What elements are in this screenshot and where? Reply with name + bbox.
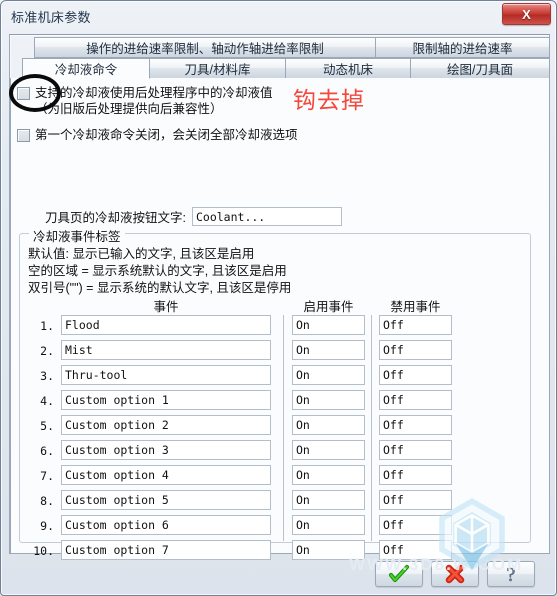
window-title: 标准机床参数 (11, 10, 91, 25)
row-number: 7. (40, 469, 54, 483)
checkbox-label: 第一个冷却液命令关闭，会关闭全部冷却液选项 (35, 128, 298, 142)
dialog-button-bar: ? (1, 553, 556, 595)
checkbox-label: 支持的冷却液使用后处理程序中的冷却液值 （为旧版后处理提供向后兼容性） (35, 86, 273, 116)
disable-event-input[interactable] (379, 365, 452, 385)
checkbox-first-coolant-off[interactable] (17, 129, 30, 142)
table-row: 7. (28, 465, 522, 487)
coolant-button-text-input[interactable] (191, 207, 342, 226)
column-header-enable: 启用事件 (303, 300, 354, 314)
disable-event-input[interactable] (379, 465, 452, 485)
event-name-input[interactable] (61, 390, 271, 410)
table-row: 8. (28, 490, 522, 512)
enable-event-input[interactable] (292, 340, 365, 360)
enable-event-input[interactable] (292, 415, 365, 435)
svg-text:?: ? (507, 564, 516, 586)
event-name-input[interactable] (61, 465, 271, 485)
coolant-event-labels-group: 冷却液事件标签 默认值: 显示已输入的文字, 且该区是启用 空的区域 = 显示系… (19, 226, 531, 560)
row-number: 6. (40, 444, 54, 458)
close-button[interactable]: X (502, 3, 551, 25)
tab-label: 刀具/材料库 (184, 63, 251, 77)
table-row: 4. (28, 390, 522, 412)
checkbox-legacy-coolant-values[interactable] (17, 87, 30, 100)
tab-strip-row-1: 操作的进给速率限制、轴动作轴进给率限制 限制轴的进给速率 (34, 37, 550, 58)
group-legend-text: 默认值: 显示已输入的文字, 且该区是启用 空的区域 = 显示系统默认的文字, … (28, 247, 292, 295)
table-row: 3. (28, 365, 522, 387)
column-header-event: 事件 (153, 300, 179, 314)
help-question-icon: ? (506, 564, 516, 586)
group-title: 冷却液事件标签 (29, 226, 125, 245)
row-number: 3. (40, 369, 54, 383)
tab-label: 限制轴的进给速率 (412, 42, 513, 56)
row-number: 1. (40, 319, 54, 333)
column-header-disable: 禁用事件 (390, 300, 441, 314)
disable-event-input[interactable] (379, 490, 452, 510)
event-name-input[interactable] (61, 490, 271, 510)
title-bar: 标准机床参数 X (1, 1, 556, 31)
cancel-cross-icon (445, 564, 465, 584)
disable-event-input[interactable] (379, 315, 452, 335)
checkbox-row-first-coolant-off: 第一个冷却液命令关闭，会关闭全部冷却液选项 (17, 127, 298, 143)
enable-event-input[interactable] (292, 390, 365, 410)
cancel-button[interactable] (431, 561, 479, 587)
disable-event-input[interactable] (379, 440, 452, 460)
enable-event-input[interactable] (292, 315, 365, 335)
coolant-button-text-label: 刀具页的冷却液按钮文字: (45, 211, 186, 225)
event-name-input[interactable] (61, 315, 271, 335)
close-icon: X (522, 6, 531, 22)
dialog-window: 标准机床参数 X 操作的进给速率限制、轴动作轴进给率限制 限制轴的进给速率 冷却… (0, 0, 557, 596)
tab-coolant-commands[interactable]: 冷却液命令 (22, 58, 150, 79)
row-number: 8. (40, 494, 54, 508)
table-row: 5. (28, 415, 522, 437)
table-row: 9. (28, 515, 522, 537)
event-name-input[interactable] (61, 440, 271, 460)
row-number: 9. (40, 519, 54, 533)
tab-dynamic-machine[interactable]: 动态机床 (285, 58, 411, 79)
tab-label: 操作的进给速率限制、轴动作轴进给率限制 (86, 42, 324, 56)
enable-event-input[interactable] (292, 440, 365, 460)
ok-button[interactable] (375, 561, 423, 587)
table-row: 2. (28, 340, 522, 362)
table-row: 6. (28, 440, 522, 462)
disable-event-input[interactable] (379, 515, 452, 535)
disable-event-input[interactable] (379, 340, 452, 360)
tab-axis-feedrate-limit[interactable]: 限制轴的进给速率 (375, 37, 550, 58)
event-name-input[interactable] (61, 365, 271, 385)
coolant-commands-pane: 支持的冷却液使用后处理程序中的冷却液值 （为旧版后处理提供向后兼容性） 第一个冷… (10, 78, 550, 560)
event-name-input[interactable] (61, 415, 271, 435)
help-button[interactable]: ? (487, 561, 535, 587)
coolant-button-text-row: 刀具页的冷却液按钮文字: (45, 207, 342, 226)
settings-panel: 操作的进给速率限制、轴动作轴进给率限制 限制轴的进给速率 冷却液命令 刀具/材料… (9, 34, 550, 560)
tab-strip-row-2: 冷却液命令 刀具/材料库 动态机床 绘图/刀具面 (10, 58, 550, 79)
tab-draw-tool-plane[interactable]: 绘图/刀具面 (410, 58, 550, 79)
row-number: 2. (40, 344, 54, 358)
tab-label: 冷却液命令 (54, 63, 118, 77)
event-name-input[interactable] (61, 340, 271, 360)
enable-event-input[interactable] (292, 365, 365, 385)
tab-feedrate-limits[interactable]: 操作的进给速率限制、轴动作轴进给率限制 (34, 37, 376, 58)
tab-tool-material-library[interactable]: 刀具/材料库 (149, 58, 286, 79)
table-row: 1. (28, 315, 522, 337)
disable-event-input[interactable] (379, 390, 452, 410)
enable-event-input[interactable] (292, 490, 365, 510)
enable-event-input[interactable] (292, 515, 365, 535)
ok-check-icon (388, 564, 410, 583)
row-number: 5. (40, 419, 54, 433)
row-number: 4. (40, 394, 54, 408)
event-name-input[interactable] (61, 515, 271, 535)
enable-event-input[interactable] (292, 465, 365, 485)
checkbox-row-legacy-coolant: 支持的冷却液使用后处理程序中的冷却液值 （为旧版后处理提供向后兼容性） (17, 85, 273, 117)
disable-event-input[interactable] (379, 415, 452, 435)
tab-label: 动态机床 (322, 63, 373, 77)
tab-label: 绘图/刀具面 (447, 63, 513, 77)
